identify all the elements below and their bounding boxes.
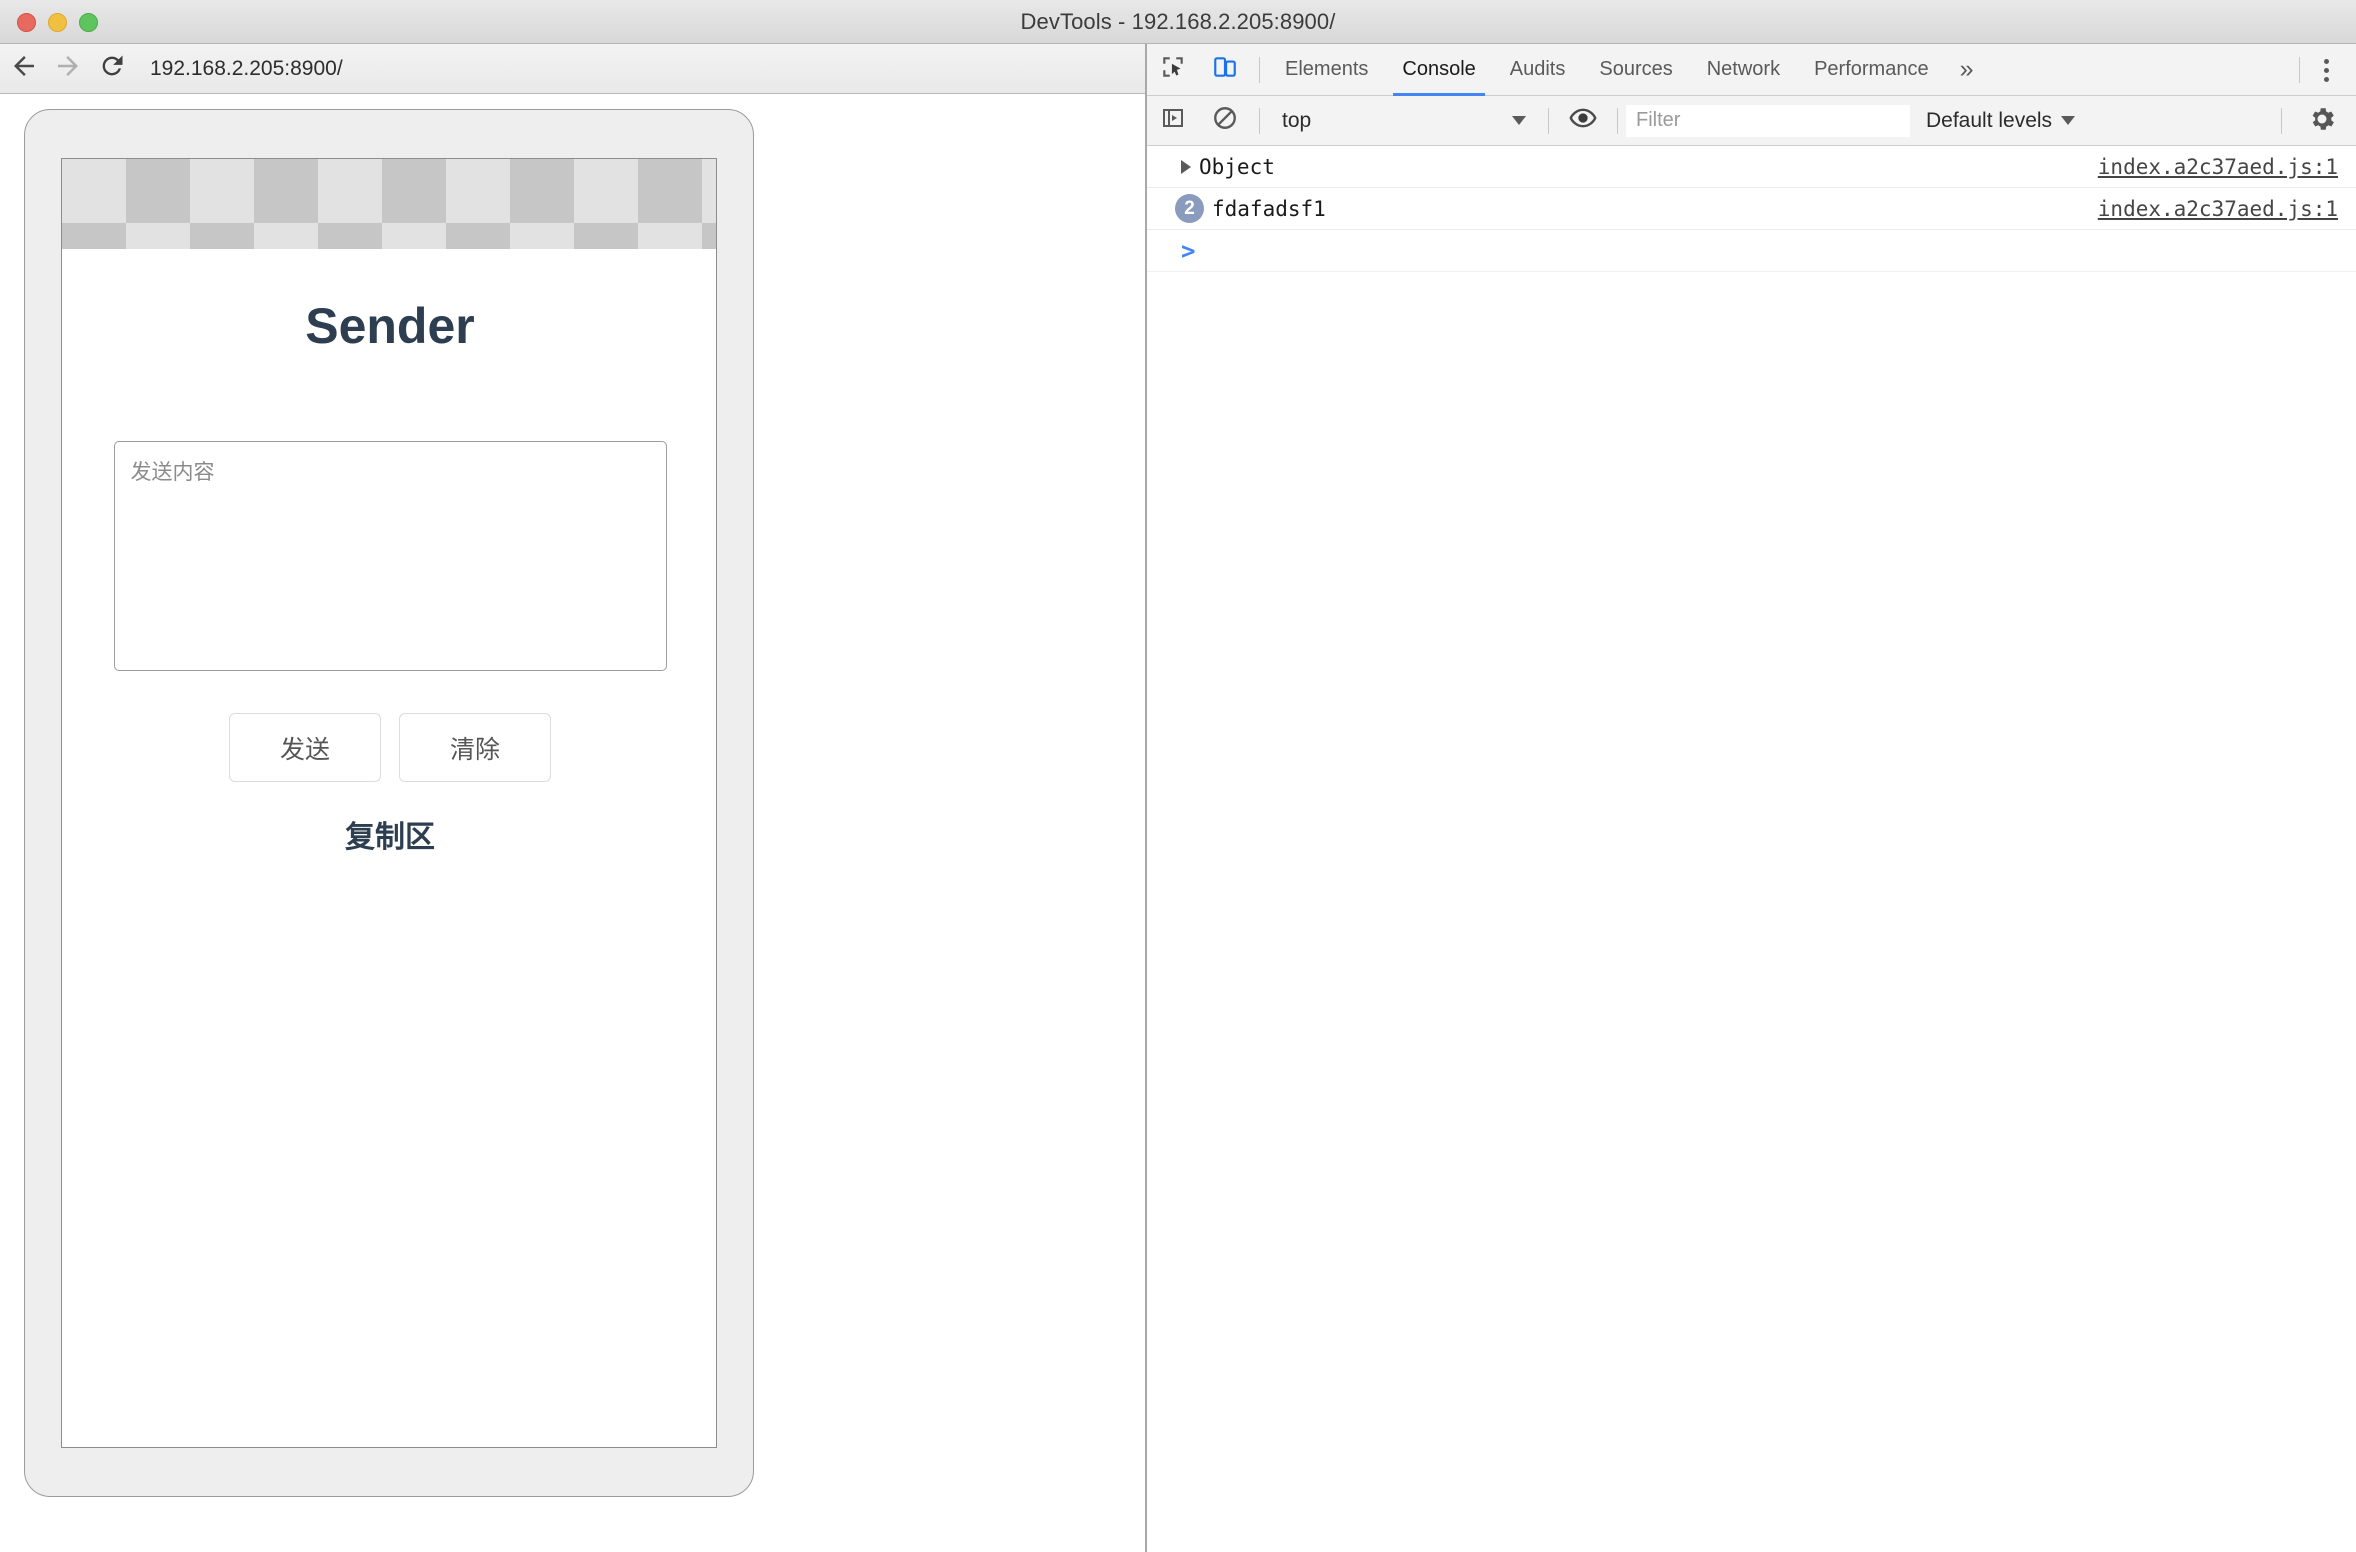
settings-divider (2281, 108, 2282, 134)
back-button[interactable] (2, 47, 46, 91)
tabbar-divider (1259, 56, 1260, 83)
execution-context-select[interactable]: top (1268, 96, 1540, 146)
url-text[interactable]: 192.168.2.205:8900/ (150, 58, 343, 79)
disclosure-triangle-icon[interactable] (1181, 159, 1191, 174)
window-title: DevTools - 192.168.2.205:8900/ (1020, 8, 1336, 34)
forward-arrow-icon (53, 51, 83, 86)
inspect-element-icon (1160, 54, 1186, 85)
minimize-button[interactable] (48, 12, 67, 32)
tab-elements[interactable]: Elements (1268, 44, 1385, 96)
chevron-down-icon (2061, 116, 2076, 125)
console-toolbar: top Default levels (1147, 96, 2356, 146)
menu-divider (2299, 57, 2300, 83)
more-tabs-button[interactable]: » (1946, 44, 1988, 96)
tab-performance[interactable]: Performance (1797, 44, 1946, 96)
repeat-count-badge: 2 (1175, 194, 1204, 223)
device-emulation-frame: Sender 发送 清除 复制区 (24, 109, 754, 1497)
console-sidebar-toggle-icon (1161, 106, 1185, 135)
kebab-dot (2323, 58, 2329, 64)
console-toolbar-divider (1259, 107, 1260, 134)
console-source-link[interactable]: index.a2c37aed.js:1 (2098, 197, 2338, 221)
action-button-row: 发送 清除 (62, 713, 716, 782)
page-viewport: Sender 发送 清除 复制区 (0, 95, 1145, 1552)
page-title: Sender (305, 298, 475, 354)
kebab-dot (2323, 67, 2329, 73)
console-message-row[interactable]: 2 fdafadsf1 index.a2c37aed.js:1 (1147, 188, 2356, 230)
window-titlebar: DevTools - 192.168.2.205:8900/ (0, 0, 2356, 44)
console-toolbar-divider (1617, 107, 1618, 134)
reload-button[interactable] (90, 47, 134, 91)
log-levels-select[interactable]: Default levels (1910, 96, 2091, 146)
settings-area (2281, 96, 2348, 146)
devtools-panel: Elements Console Audits Sources Network … (1147, 44, 2356, 1552)
console-message-text: fdafadsf1 (1212, 196, 1326, 221)
console-sidebar-toggle-button[interactable] (1147, 95, 1199, 147)
back-arrow-icon (9, 51, 39, 86)
tab-console[interactable]: Console (1385, 44, 1492, 96)
console-prompt-chevron-icon: > (1181, 236, 1196, 265)
send-button[interactable]: 发送 (229, 713, 381, 782)
console-toolbar-divider (1548, 107, 1549, 134)
kebab-menu-icon[interactable] (2302, 44, 2350, 96)
device-toolbar-icon (1212, 54, 1238, 85)
send-content-textarea[interactable] (113, 441, 667, 671)
close-button[interactable] (17, 12, 36, 32)
clear-console-button[interactable] (1199, 95, 1251, 147)
console-message-list[interactable]: Object index.a2c37aed.js:1 2 fdafadsf1 i… (1147, 146, 2356, 1552)
console-message-text: Object (1199, 154, 1275, 179)
console-message-row[interactable]: Object index.a2c37aed.js:1 (1147, 146, 2356, 188)
device-screen: Sender 发送 清除 复制区 (61, 158, 717, 1448)
maximize-button[interactable] (79, 12, 98, 32)
reload-icon (98, 52, 126, 85)
chevron-down-icon (1512, 116, 1526, 125)
tab-network[interactable]: Network (1690, 44, 1797, 96)
console-source-link[interactable]: index.a2c37aed.js:1 (2098, 155, 2338, 179)
tab-audits[interactable]: Audits (1493, 44, 1583, 96)
console-prompt-row[interactable]: > (1147, 230, 2356, 272)
sender-app: Sender 发送 清除 复制区 (62, 249, 716, 856)
console-filter-input[interactable] (1626, 104, 1910, 137)
devtools-tabbar: Elements Console Audits Sources Network … (1147, 44, 2356, 96)
transparency-checkerboard (62, 159, 716, 249)
clear-console-icon (1212, 105, 1238, 136)
settings-gear-icon (2307, 104, 2337, 139)
log-levels-label: Default levels (1926, 108, 2053, 132)
app-window: DevTools - 192.168.2.205:8900/ 192.168.2… (0, 0, 2356, 1552)
live-expression-eye-icon (1569, 104, 1597, 137)
copy-area-label: 复制区 (345, 821, 435, 854)
kebab-dot (2323, 76, 2329, 82)
clear-button[interactable]: 清除 (399, 713, 551, 782)
execution-context-label: top (1282, 108, 1312, 132)
forward-button[interactable] (46, 47, 90, 91)
settings-button[interactable] (2296, 95, 2348, 147)
inspect-element-button[interactable] (1147, 44, 1199, 96)
tab-sources[interactable]: Sources (1582, 44, 1689, 96)
device-toolbar-button[interactable] (1199, 44, 1251, 96)
traffic-light-group (17, 0, 98, 44)
browser-toolbar: 192.168.2.205:8900/ (0, 44, 1145, 94)
live-expression-button[interactable] (1557, 95, 1609, 147)
console-message-content: Object (1165, 155, 2098, 179)
console-message-content: 2 fdafadsf1 (1165, 194, 2098, 223)
